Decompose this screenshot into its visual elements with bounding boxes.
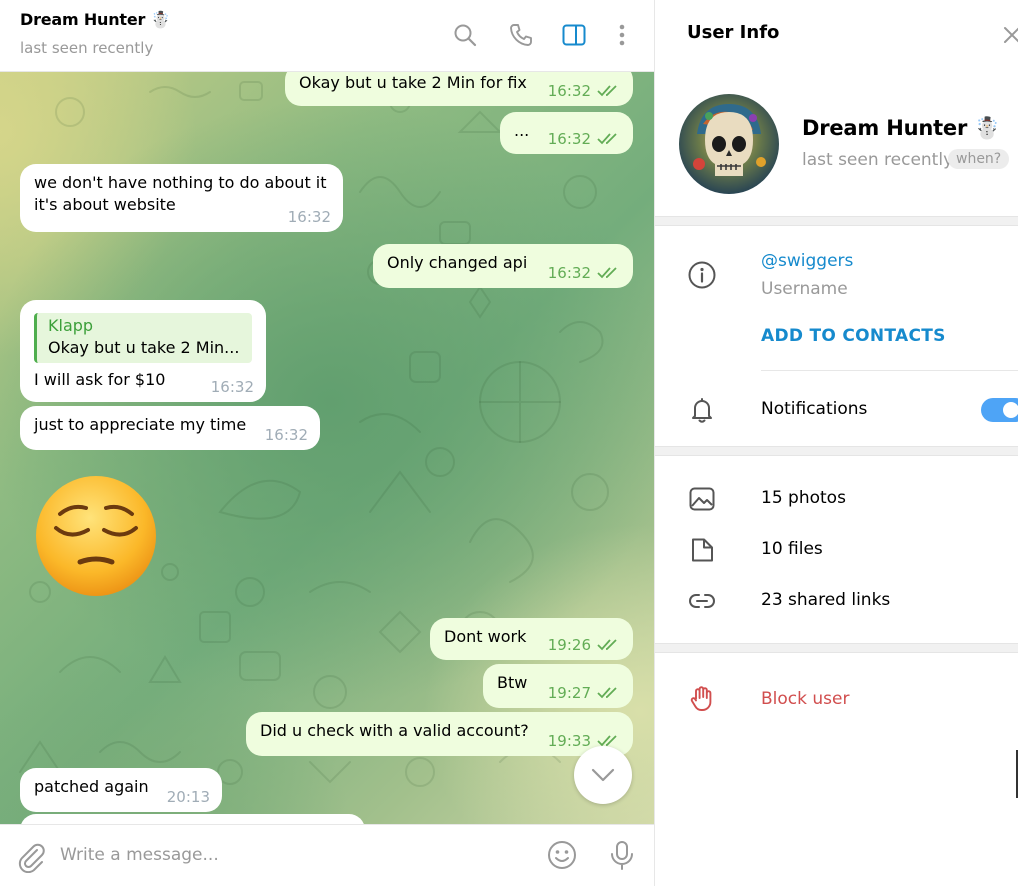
peer-status: last seen recently	[20, 39, 154, 57]
chevron-down-icon	[591, 768, 615, 782]
message-text: patched again	[34, 777, 149, 796]
avatar[interactable]	[679, 94, 779, 194]
username-caption: Username	[761, 279, 848, 299]
message-text: Only changed api	[387, 253, 528, 272]
info-icon	[688, 261, 716, 289]
message-bubble-outgoing[interactable]: Dont work 19:26	[430, 618, 633, 660]
message-time: 16:32	[547, 130, 591, 148]
message-time: 20:13	[166, 788, 210, 806]
link-icon	[689, 594, 715, 608]
section-separator	[655, 216, 1018, 226]
phone-icon[interactable]	[508, 22, 534, 48]
block-user-button[interactable]: Block user	[761, 689, 849, 709]
peer-name[interactable]: Dream Hunter ☃️	[20, 10, 171, 29]
message-bubble-outgoing[interactable]: Btw 19:27	[483, 664, 633, 708]
row-divider	[761, 370, 1018, 371]
user-info-panel: User Info Dream Hunter ☃️ last seen rece…	[655, 0, 1018, 886]
message-text: just to appreciate my time	[34, 415, 247, 434]
message-meta: 16:32	[211, 376, 254, 398]
search-icon[interactable]	[452, 22, 478, 48]
chat-pane: Dream Hunter ☃️ last seen recently Okay …	[0, 0, 654, 886]
message-text: Did u check with a valid account?	[260, 721, 529, 740]
notifications-label: Notifications	[761, 399, 868, 419]
message-meta: 16:32	[548, 262, 621, 284]
message-text: Okay but u take 2 Min for fix	[299, 73, 527, 92]
message-text-line-2: it's about website	[34, 195, 176, 214]
profile-name: Dream Hunter ☃️	[802, 116, 1001, 140]
attach-icon[interactable]	[16, 841, 48, 873]
message-meta: 20:13	[167, 786, 210, 808]
message-meta: 19:26	[548, 634, 621, 656]
message-bubble-incoming[interactable]: we don't have nothing to do about it it'…	[20, 164, 343, 232]
message-bubble-outgoing[interactable]: Okay but u take 2 Min for fix 16:32	[285, 72, 633, 106]
message-bubble-outgoing[interactable]: Did u check with a valid account? 19:33	[246, 712, 633, 756]
section-separator	[655, 643, 1018, 653]
when-button[interactable]: when?	[948, 149, 1010, 169]
message-time: 16:32	[287, 208, 331, 226]
message-bubble-incoming[interactable]: patched again 20:13	[20, 768, 222, 812]
message-text: Dont work	[444, 627, 527, 646]
panel-title: User Info	[687, 22, 780, 43]
message-text: we don't have nothing to do about it	[34, 173, 327, 192]
message-time: 19:26	[547, 636, 591, 654]
reply-preview[interactable]: Klapp Okay but u take 2 Min...	[34, 313, 252, 363]
message-time: 16:32	[547, 264, 591, 282]
reply-text: Okay but u take 2 Min...	[48, 338, 240, 357]
message-text: ...	[514, 121, 530, 140]
message-time: 16:32	[547, 82, 591, 100]
double-check-icon	[597, 687, 617, 699]
message-meta: 16:32	[288, 206, 331, 228]
message-meta: 16:32	[265, 424, 308, 446]
photo-icon	[689, 487, 715, 511]
file-icon	[692, 538, 713, 562]
message-time: 16:32	[210, 378, 254, 396]
more-vertical-icon[interactable]	[609, 22, 635, 48]
scroll-to-bottom-button[interactable]	[574, 746, 632, 804]
shared-files[interactable]: 10 files	[761, 539, 823, 559]
close-icon[interactable]	[1001, 24, 1018, 46]
message-input[interactable]	[60, 839, 530, 871]
microphone-icon[interactable]	[606, 839, 638, 871]
message-meta: 16:32	[548, 80, 621, 102]
shared-photos[interactable]: 15 photos	[761, 488, 846, 508]
message-bubble-incoming[interactable]: just to appreciate my time 16:32	[20, 406, 320, 450]
message-composer	[0, 824, 654, 886]
double-check-icon	[597, 639, 617, 651]
emoji-icon[interactable]	[546, 839, 578, 871]
sidebar-toggle-icon[interactable]	[561, 22, 587, 48]
shared-links[interactable]: 23 shared links	[761, 590, 890, 610]
add-to-contacts-button[interactable]: ADD TO CONTACTS	[761, 326, 946, 346]
telegram-window: Dream Hunter ☃️ last seen recently Okay …	[0, 0, 1018, 886]
pensive-face-emoji[interactable]	[34, 474, 158, 598]
message-bubble-incoming[interactable]: Klapp Okay but u take 2 Min... I will as…	[20, 300, 266, 402]
reply-author: Klapp	[48, 316, 94, 335]
message-bubble-incoming-partial[interactable]	[20, 814, 365, 824]
message-meta: 16:32	[548, 128, 621, 150]
chat-header[interactable]: Dream Hunter ☃️ last seen recently	[0, 0, 654, 72]
message-time: 19:27	[547, 684, 591, 702]
message-time: 16:32	[264, 426, 308, 444]
profile-status: last seen recently	[802, 150, 954, 170]
section-separator	[655, 446, 1018, 456]
message-meta: 19:27	[548, 682, 621, 704]
message-text: Btw	[497, 673, 528, 692]
notifications-toggle[interactable]	[981, 398, 1018, 422]
double-check-icon	[597, 133, 617, 145]
block-hand-icon	[690, 686, 712, 711]
double-check-icon	[597, 267, 617, 279]
chat-history[interactable]: Okay but u take 2 Min for fix 16:32 ... …	[0, 72, 654, 824]
message-bubble-outgoing[interactable]: ... 16:32	[500, 112, 633, 154]
bell-icon	[692, 398, 712, 423]
message-bubble-outgoing[interactable]: Only changed api 16:32	[373, 244, 633, 288]
toggle-knob	[1001, 400, 1018, 420]
double-check-icon	[597, 85, 617, 97]
message-time: 19:33	[547, 732, 591, 750]
username-value[interactable]: @swiggers	[761, 251, 853, 271]
